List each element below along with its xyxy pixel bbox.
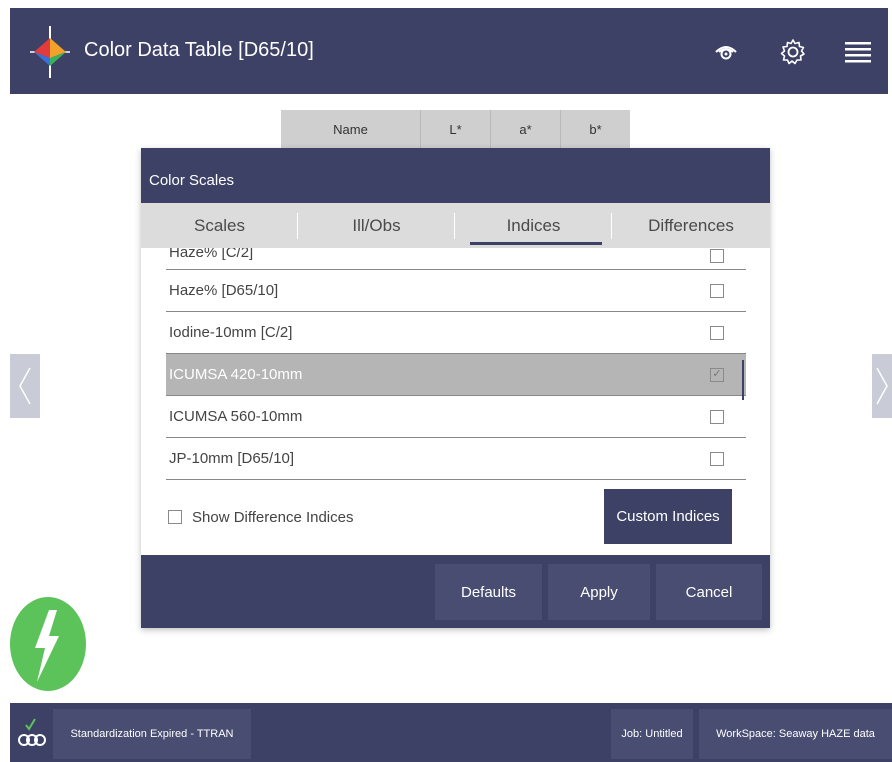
list-item-checkbox[interactable] (710, 409, 724, 424)
next-page-button[interactable] (872, 354, 892, 418)
dialog-title-bar: Color Scales (141, 148, 770, 203)
list-item-label: JP-10mm [D65/10] (169, 450, 295, 467)
tab-label: Indices (506, 215, 561, 235)
app-logo-icon (30, 26, 70, 78)
tab-label: Ill/Obs (352, 215, 401, 235)
workspace-status[interactable]: WorkSpace: Seaway HAZE data (699, 709, 892, 759)
eye-icon[interactable] (706, 32, 746, 72)
list-item[interactable]: JP-10mm [D65/10] (166, 438, 746, 480)
tab-differences[interactable]: Differences (612, 203, 770, 248)
standardization-status[interactable]: Standardization Expired - TTRAN (53, 709, 251, 759)
custom-indices-button[interactable]: Custom Indices (604, 489, 732, 544)
show-difference-indices-checkbox[interactable] (168, 510, 182, 524)
chevron-left-icon (19, 367, 31, 405)
list-item-selected[interactable]: ICUMSA 420-10mm ✓ (166, 354, 746, 396)
lightning-measure-button[interactable] (9, 596, 87, 692)
list-item[interactable]: Haze% [D65/10] (166, 270, 746, 312)
dialog-footer: Defaults Apply Cancel (141, 555, 770, 628)
tab-label: Differences (648, 215, 734, 235)
tab-label: Scales (193, 215, 246, 235)
list-item-label: Iodine-10mm [C/2] (169, 324, 293, 341)
cancel-button[interactable]: Cancel (656, 564, 762, 620)
list-item[interactable]: Haze% [C/2] (166, 248, 746, 270)
indices-list: Haze% [C/2] Haze% [D65/10] Iodine-10mm [… (166, 248, 746, 481)
list-scrollbar[interactable] (742, 360, 744, 400)
apply-button[interactable]: Apply (548, 564, 650, 620)
list-item[interactable]: ICUMSA 560-10mm (166, 396, 746, 438)
chevron-right-icon (876, 367, 888, 405)
list-item-checkbox[interactable] (710, 325, 724, 340)
job-status[interactable]: Job: Untitled (611, 709, 693, 759)
previous-page-button[interactable] (10, 354, 40, 418)
tab-scales[interactable]: Scales (141, 203, 298, 248)
app-title: Color Data Table [D65/10] (84, 39, 314, 61)
defaults-button[interactable]: Defaults (435, 564, 542, 620)
list-item-checkbox[interactable] (710, 451, 724, 466)
gear-icon[interactable] (773, 32, 813, 72)
status-bar: Standardization Expired - TTRAN Job: Unt… (10, 703, 892, 762)
dialog-tabs: Scales Ill/Obs Indices Differences (141, 203, 770, 248)
color-data-table-header: Name L* a* b* (281, 110, 630, 148)
app-header: Color Data Table [D65/10] (10, 8, 888, 94)
app-window: Color Data Table [D65/10] Name L* a* b* … (0, 0, 892, 762)
list-item-checkbox[interactable] (710, 283, 724, 298)
list-item-label: Haze% [D65/10] (169, 282, 279, 299)
column-header-b[interactable]: b* (561, 110, 630, 148)
column-header-name[interactable]: Name (281, 110, 421, 148)
instrument-status-icon (18, 718, 46, 746)
hamburger-menu-icon[interactable] (838, 32, 878, 72)
list-item-checkbox-checked[interactable]: ✓ (710, 367, 724, 382)
list-item-label: ICUMSA 560-10mm (169, 408, 303, 425)
active-tab-indicator (470, 242, 602, 245)
color-scales-dialog: Color Scales Scales Ill/Obs Indices Diff… (141, 148, 770, 628)
dialog-title: Color Scales (149, 172, 235, 189)
show-difference-indices-label: Show Difference Indices (192, 509, 354, 526)
list-item-label: ICUMSA 420-10mm (169, 366, 303, 383)
list-item-label: Haze% [C/2] (169, 248, 254, 261)
tab-ill-obs[interactable]: Ill/Obs (298, 203, 455, 248)
column-header-l[interactable]: L* (421, 110, 491, 148)
list-item-checkbox[interactable] (710, 249, 724, 263)
column-header-a[interactable]: a* (491, 110, 561, 148)
list-item[interactable]: Iodine-10mm [C/2] (166, 312, 746, 354)
